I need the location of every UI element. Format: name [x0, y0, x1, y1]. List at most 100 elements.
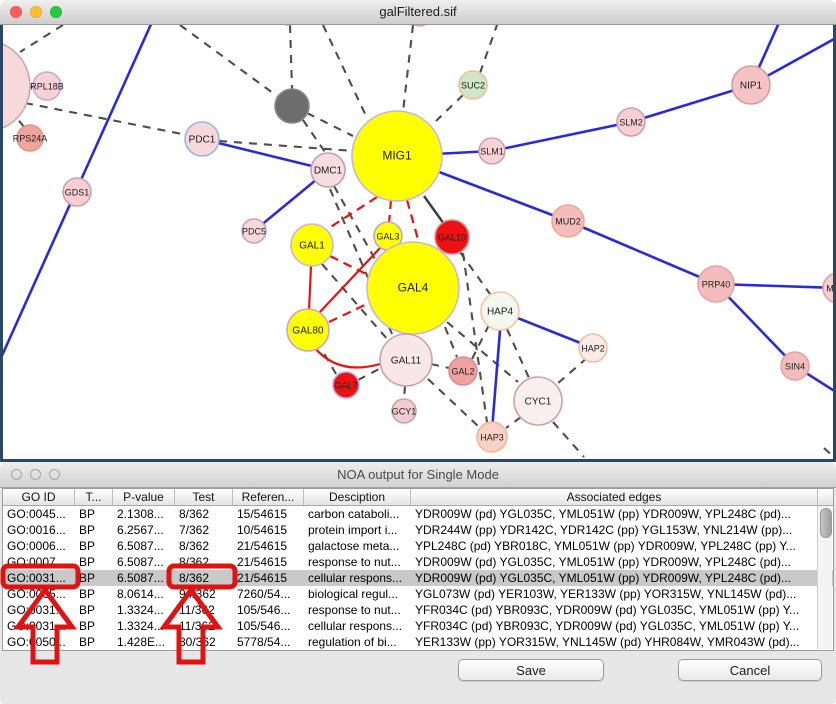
table-row[interactable]: GO:0050...BP1.428E...80/3625778/54...reg… — [3, 634, 833, 650]
table-row[interactable]: GO:0031...BP1.3324...11/362105/546...cel… — [3, 618, 833, 634]
table-row[interactable]: GO:0031...BP6.5087...8/36221/54615cellul… — [3, 570, 833, 586]
column-header-desciption[interactable]: Desciption — [304, 489, 411, 505]
node-label-PRP40: PRP40 — [702, 280, 731, 290]
network-edge-blue[interactable] — [492, 122, 631, 151]
network-edge-blue[interactable] — [568, 221, 716, 284]
network-edge-gray[interactable] — [180, 25, 277, 96]
network-edge-gray[interactable] — [445, 327, 457, 357]
minimize-button-icon[interactable] — [30, 6, 42, 18]
table-cell-description: response to nut... — [304, 602, 411, 618]
column-header-p-value[interactable]: P-value — [113, 489, 175, 505]
table-cell-description: cellular respons... — [304, 618, 411, 634]
table-cell-description: protein import i... — [304, 522, 411, 538]
node-label-GAL80: GAL80 — [292, 326, 324, 337]
table-cell-edges: YFR034C (pd) YBR093C, YDR009W (pd) YGL03… — [411, 618, 818, 634]
network-edge-gray[interactable] — [25, 103, 187, 135]
network-edge-redd[interactable] — [389, 200, 391, 223]
table-cell-description: carbon cataboli... — [304, 506, 411, 522]
table-cell-go_id: GO:0031... — [3, 570, 75, 586]
table-row[interactable]: GO:0016...BP6.2567...7/36210/54615protei… — [3, 522, 833, 538]
close-button-icon[interactable] — [10, 6, 22, 18]
table-cell-t: BP — [75, 538, 113, 554]
network-edge-gray[interactable] — [290, 25, 292, 89]
zoom-button-icon[interactable] — [49, 469, 60, 480]
table-cell-go_id: GO:0031... — [3, 618, 75, 634]
network-edge-blue[interactable] — [492, 318, 501, 430]
node-gray-node[interactable] — [275, 89, 309, 123]
close-button-icon[interactable] — [11, 469, 22, 480]
scrollbar-thumb[interactable] — [820, 508, 832, 538]
network-edge-gray[interactable] — [557, 358, 587, 384]
table-cell-edges: YER133W (pp) YOR315W, YNL145W (pd) YHR08… — [411, 634, 818, 650]
network-edge-gray[interactable] — [436, 95, 463, 121]
network-edge-gray[interactable] — [404, 386, 405, 399]
node-label-HAP4: HAP4 — [487, 307, 514, 318]
network-edge-red[interactable] — [309, 266, 311, 310]
network-edge-gray[interactable] — [463, 253, 487, 422]
table-cell-reference: 105/546... — [233, 602, 304, 618]
network-edge-gray[interactable] — [323, 25, 368, 120]
noa-window-titlebar[interactable]: NOA output for Single Mode — [0, 462, 836, 488]
node-label-SLM2: SLM2 — [619, 118, 643, 128]
network-edge-gray[interactable] — [20, 25, 63, 52]
column-header-referen-[interactable]: Referen... — [233, 489, 304, 505]
table-cell-test: 8/362 — [175, 538, 233, 554]
network-edge-redd[interactable] — [407, 200, 419, 243]
table-row[interactable]: GO:0007...BP6.5087...8/36221/54615respon… — [3, 554, 833, 570]
noa-window: NOA output for Single Mode GO IDT...P-va… — [0, 462, 836, 704]
table-cell-go_id: GO:0045... — [3, 506, 75, 522]
network-window-titlebar[interactable]: galFiltered.sif — [0, 0, 836, 25]
network-canvas[interactable]: RPL18BRPS24AGDS1PDC1MIG1SUC2SLM1SLM2NIP1… — [0, 25, 836, 462]
table-cell-test: 11/362 — [175, 602, 233, 618]
network-edge-gray[interactable] — [506, 417, 521, 428]
node-label-GDS1: GDS1 — [65, 188, 90, 198]
table-cell-edges: YGL073W (pd) YER103W, YER133W (pp) YOR31… — [411, 586, 818, 602]
table-row[interactable]: GO:0065...BP8.0614...94/3627260/54...bio… — [3, 586, 833, 602]
table-cell-test: 8/362 — [175, 570, 233, 586]
table-cell-description: cellular respons... — [304, 570, 411, 586]
network-edge-gray[interactable] — [307, 113, 353, 136]
table-cell-reference: 21/54615 — [233, 570, 304, 586]
minimize-button-icon[interactable] — [30, 469, 41, 480]
network-edge-gray[interactable] — [428, 379, 479, 427]
network-edge-dark[interactable] — [424, 196, 444, 224]
network-edge-gray[interactable] — [358, 368, 381, 380]
table-header-row: GO IDT...P-valueTestReferen...Desciption… — [3, 489, 833, 506]
noa-traffic-lights — [11, 469, 60, 480]
network-edge-red[interactable] — [314, 347, 380, 368]
column-header-go-id[interactable]: GO ID — [3, 489, 75, 505]
network-edge-gray[interactable] — [403, 25, 413, 112]
column-header-test[interactable]: Test — [175, 489, 233, 505]
table-cell-t: BP — [75, 586, 113, 602]
network-graph[interactable]: RPL18BRPS24AGDS1PDC1MIG1SUC2SLM1SLM2NIP1… — [3, 25, 833, 459]
save-button[interactable]: Save — [458, 659, 604, 681]
column-header-corner[interactable] — [818, 489, 833, 505]
table-row[interactable]: GO:0006...BP6.5087...8/36221/54615galact… — [3, 538, 833, 554]
traffic-lights — [10, 6, 62, 18]
table-row[interactable]: GO:0045...BP2.1308...8/36215/54615carbon… — [3, 506, 833, 522]
table-cell-go_id: GO:0065... — [3, 586, 75, 602]
network-edge-gray[interactable] — [480, 25, 497, 73]
noa-results-table: GO IDT...P-valueTestReferen...Desciption… — [2, 488, 834, 651]
network-edge-gray[interactable] — [553, 422, 584, 457]
table-cell-reference: 15/54615 — [233, 506, 304, 522]
vertical-scrollbar[interactable] — [817, 506, 832, 649]
column-header-associated-edges[interactable]: Associated edges — [411, 489, 818, 505]
table-cell-description: galactose meta... — [304, 538, 411, 554]
network-edge-gray[interactable] — [824, 448, 833, 459]
table-cell-p_value: 1.428E... — [113, 634, 175, 650]
network-edge-gray[interactable] — [431, 364, 449, 368]
network-edge-redd[interactable] — [326, 197, 377, 230]
network-edge-gray[interactable] — [507, 329, 529, 378]
table-cell-p_value: 8.0614... — [113, 586, 175, 602]
column-header-t-[interactable]: T... — [75, 489, 113, 505]
table-cell-p_value: 2.1308... — [113, 506, 175, 522]
node-big-left[interactable] — [3, 40, 30, 132]
node-label-GCY1: GCY1 — [392, 407, 417, 417]
zoom-button-icon[interactable] — [50, 6, 62, 18]
cancel-button[interactable]: Cancel — [678, 659, 822, 681]
table-cell-go_id: GO:0031... — [3, 602, 75, 618]
table-row[interactable]: GO:0031...BP1.3324...11/362105/546...res… — [3, 602, 833, 618]
table-cell-reference: 21/54615 — [233, 554, 304, 570]
table-cell-edges: YFR034C (pd) YBR093C, YDR009W (pd) YGL03… — [411, 602, 818, 618]
